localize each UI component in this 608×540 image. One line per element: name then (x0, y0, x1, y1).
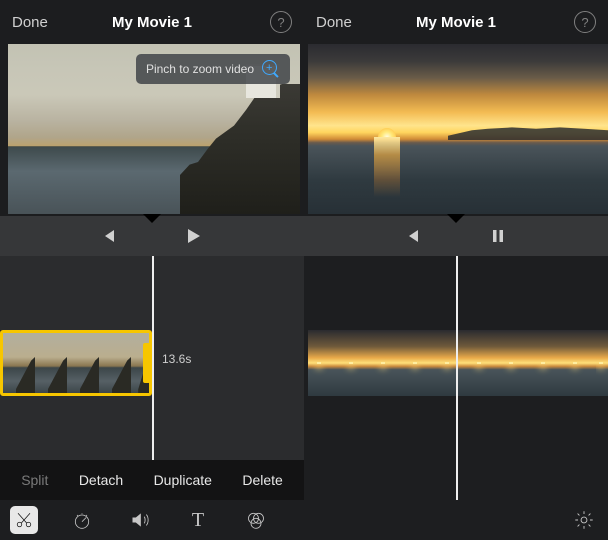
skip-start-button[interactable] (403, 227, 421, 245)
bottom-toolbar (304, 500, 608, 540)
project-title: My Movie 1 (416, 14, 496, 31)
navbar: Done My Movie 1 ? (304, 0, 608, 44)
clip-actions-bar: Split Detach Duplicate Delete (0, 460, 304, 500)
pause-button[interactable] (489, 227, 507, 245)
volume-tool-button[interactable] (126, 506, 154, 534)
filters-tool-button[interactable] (242, 506, 270, 534)
preview-viewport[interactable] (308, 44, 608, 214)
speed-tool-button[interactable] (68, 506, 96, 534)
hint-label: Pinch to zoom video (146, 62, 254, 76)
zoom-hint: Pinch to zoom video + (136, 54, 290, 84)
playhead-line[interactable] (456, 256, 458, 540)
undo-button[interactable] (270, 227, 290, 245)
bottom-toolbar: T (0, 500, 304, 540)
clip-selected[interactable] (0, 330, 152, 396)
timeline[interactable]: 13.6s Split Detach Duplicate Delete T (0, 256, 304, 540)
clip-duration-label: 13.6s (162, 352, 191, 366)
magnify-plus-icon: + (262, 60, 280, 78)
help-button[interactable]: ? (574, 11, 596, 33)
add-media-button[interactable] (318, 227, 336, 245)
settings-button[interactable] (570, 506, 598, 534)
editor-pane-right: Done My Movie 1 ? (304, 0, 608, 540)
clip[interactable] (308, 330, 608, 396)
cut-tool-button[interactable] (10, 506, 38, 534)
editor-pane-left: Done My Movie 1 ? Pinch to zoom video + (0, 0, 304, 540)
done-button[interactable]: Done (316, 14, 352, 31)
detach-button[interactable]: Detach (79, 472, 123, 488)
duplicate-button[interactable]: Duplicate (154, 472, 212, 488)
preview-viewport[interactable]: Pinch to zoom video + (8, 44, 300, 214)
playhead-marker-icon (447, 214, 465, 223)
done-button[interactable]: Done (12, 14, 48, 31)
navbar: Done My Movie 1 ? (0, 0, 304, 44)
text-tool-button[interactable]: T (184, 506, 212, 534)
add-media-button[interactable] (14, 227, 32, 245)
undo-button[interactable] (574, 227, 594, 245)
delete-button[interactable]: Delete (242, 472, 282, 488)
split-button[interactable]: Split (21, 472, 48, 488)
timeline[interactable] (304, 256, 608, 540)
help-button[interactable]: ? (270, 11, 292, 33)
project-title: My Movie 1 (112, 14, 192, 31)
play-button[interactable] (183, 226, 203, 246)
playhead-marker-icon (143, 214, 161, 223)
skip-start-button[interactable] (99, 227, 117, 245)
